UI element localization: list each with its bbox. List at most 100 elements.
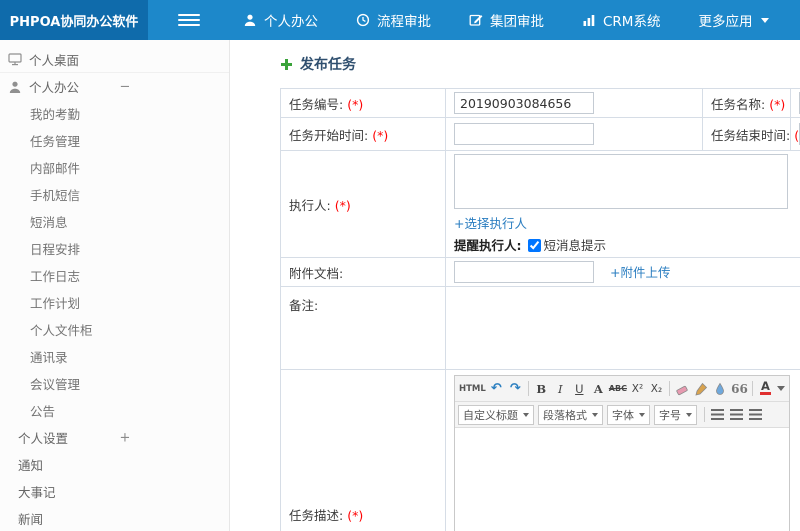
required-mark: (*) [372,127,389,143]
menu-icon[interactable] [178,0,200,40]
sidebar-item-internal-mail[interactable]: 内部邮件 [0,154,229,181]
executor-label: 执行人: [289,197,331,213]
end-time-label: 任务结束时间: [711,127,791,143]
undo-button[interactable]: ↶ [487,379,506,398]
rich-text-editor: HTML ↶ ↷ B I U A ABC X² X₂ 66 A 自定义标题 段落… [454,375,790,531]
chevron-down-icon [761,17,770,23]
nav-label: 个人办公 [264,14,318,30]
strikethrough-button[interactable]: ABC [608,379,628,398]
fill-color-icon[interactable] [711,379,730,398]
main-content: 发布任务 任务编号:(*) 任务名称:(*) 任务开始时间:(*) 任务结束时间… [230,40,800,531]
nav-personal-office[interactable]: 个人办公 [224,0,337,40]
toolbar-separator [527,381,529,396]
align-left-icon[interactable] [708,405,727,424]
chevron-down-icon [639,412,645,417]
chevron-down-icon [686,412,692,417]
select-executor-link[interactable]: +选择执行人 [454,213,527,232]
table-row: 备注: [280,286,800,370]
executor-textarea[interactable] [454,154,788,209]
font-size-select[interactable]: 字号 [654,404,697,425]
task-name-label: 任务名称: [711,96,766,112]
sidebar-item-short-message[interactable]: 短消息 [0,208,229,235]
start-time-input[interactable] [454,123,594,145]
nav-group-approval[interactable]: 集团审批 [450,0,563,40]
table-row: 执行人: (*) +选择执行人 提醒执行人: 短消息提示 [280,150,800,258]
underline-button[interactable]: U [570,379,589,398]
superscript-button[interactable]: X² [628,379,647,398]
collapse-icon[interactable]: − [118,79,132,94]
sidebar-item-meeting-management[interactable]: 会议管理 [0,370,229,397]
font-button[interactable]: A [589,379,608,398]
sidebar-item-personal-office[interactable]: 个人办公 − [0,73,229,100]
sidebar-item-file-cabinet[interactable]: 个人文件柜 [0,316,229,343]
editor-content-area[interactable] [455,428,789,531]
sidebar-item-work-plan[interactable]: 工作计划 [0,289,229,316]
user-icon [8,80,23,94]
remark-cell[interactable] [445,286,800,370]
align-right-icon[interactable] [746,405,765,424]
remove-format-icon[interactable] [673,379,692,398]
clock-icon [356,13,370,27]
sidebar-item-mobile-sms[interactable]: 手机短信 [0,181,229,208]
start-time-label: 任务开始时间: [289,127,369,143]
align-center-icon[interactable] [727,405,746,424]
sidebar: 个人桌面 个人办公 − 我的考勤 任务管理 内部邮件 手机短信 短消息 日程安排… [0,40,230,531]
task-number-input[interactable] [454,92,594,114]
sidebar-item-personal-settings[interactable]: 个人设置 + [0,424,229,451]
color-swatch [759,392,771,395]
sidebar-item-personal-desktop[interactable]: 个人桌面 [0,46,229,73]
task-number-label: 任务编号: [289,96,344,112]
plus-icon [280,58,293,71]
required-mark: (*) [334,197,351,213]
bar-chart-icon [582,13,596,27]
table-row: 任务编号:(*) 任务名称:(*) [280,88,800,118]
italic-button[interactable]: I [551,379,570,398]
sidebar-item-work-log[interactable]: 工作日志 [0,262,229,289]
sidebar-item-label: 个人桌面 [29,52,80,68]
bold-button[interactable]: B [532,379,551,398]
required-mark: (*) [347,96,364,112]
subscript-button[interactable]: X₂ [647,379,666,398]
table-row: 附件文档: +附件上传 [280,257,800,287]
source-code-button[interactable]: HTML [458,379,487,398]
sidebar-item-major-events[interactable]: 大事记 [0,478,229,505]
sidebar-item-notification[interactable]: 通知 [0,451,229,478]
publish-task-form: 任务编号:(*) 任务名称:(*) 任务开始时间:(*) 任务结束时间:(*) … [280,88,800,531]
required-mark: (*) [769,96,786,112]
topbar: PHPOA协同办公软件 个人办公 流程审批 集团审批 CRM系统 更多应用 [0,0,800,40]
editor-toolbar-row-1: HTML ↶ ↷ B I U A ABC X² X₂ 66 A [455,376,789,402]
attachment-input[interactable] [454,261,594,283]
sidebar-item-news[interactable]: 新闻 [0,505,229,531]
sidebar-item-announcement[interactable]: 公告 [0,397,229,424]
sidebar-item-address-book[interactable]: 通讯录 [0,343,229,370]
toolbar-separator [751,381,753,396]
required-mark: (*) [347,508,364,523]
table-row: 任务描述: (*) HTML ↶ ↷ B I U A ABC X² X₂ 66 … [280,369,800,531]
nav-more-apps[interactable]: 更多应用 [679,0,788,40]
nav-process-approval[interactable]: 流程审批 [337,0,450,40]
redo-button[interactable]: ↷ [506,379,525,398]
remark-label: 备注: [289,298,319,313]
attachment-upload-link[interactable]: +附件上传 [610,265,670,280]
sms-remind-label: 短消息提示 [543,238,607,253]
user-icon [243,13,257,27]
nav-crm-system[interactable]: CRM系统 [563,0,679,40]
page-title: 发布任务 [280,54,800,74]
custom-title-select[interactable]: 自定义标题 [458,404,534,425]
nav-label: 流程审批 [377,14,431,30]
chevron-down-icon [592,412,598,417]
chevron-down-icon[interactable] [776,386,785,391]
sidebar-item-task-management[interactable]: 任务管理 [0,127,229,154]
toolbar-separator [704,407,705,422]
sidebar-item-schedule[interactable]: 日程安排 [0,235,229,262]
font-color-button[interactable]: A [756,379,775,398]
remind-executor-label: 提醒执行人: [454,238,522,253]
sidebar-item-my-attendance[interactable]: 我的考勤 [0,100,229,127]
sms-remind-checkbox[interactable] [527,239,541,252]
format-brush-icon[interactable] [692,379,711,398]
paragraph-format-select[interactable]: 段落格式 [538,404,603,425]
blockquote-button[interactable]: 66 [730,379,749,398]
sidebar-item-label: 个人办公 [29,80,80,95]
font-family-select[interactable]: 字体 [607,404,650,425]
expand-icon[interactable]: + [118,430,132,445]
